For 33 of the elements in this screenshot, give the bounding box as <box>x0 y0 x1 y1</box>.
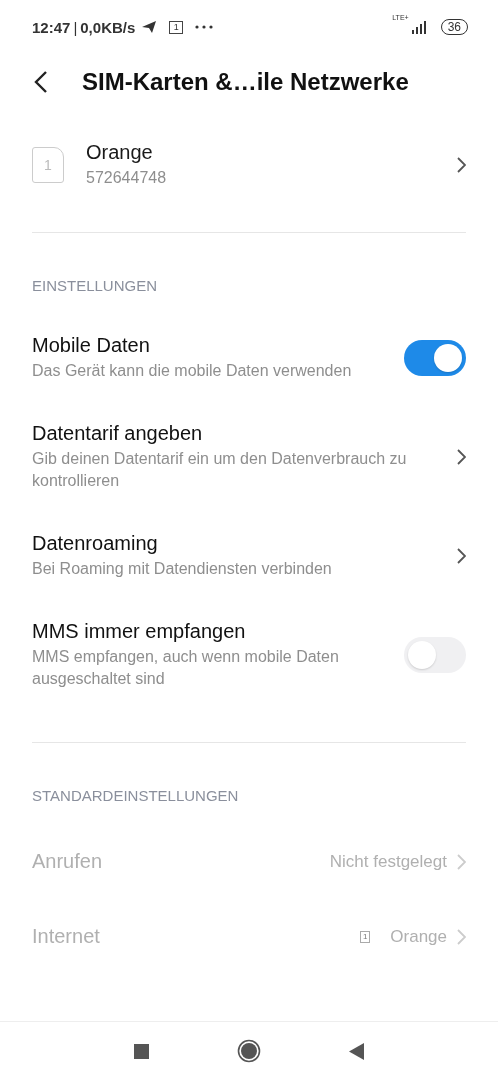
signal-icon <box>410 20 427 34</box>
chevron-icon[interactable] <box>457 157 466 173</box>
setting-description: Gib deinen Datentarif ein um den Datenverbrauch zu kontrollieren <box>32 449 408 491</box>
setting-description: MMS empfangen, auch wenn mobile Daten ausgeschaltet sind <box>32 647 340 689</box>
paper-plane-icon <box>141 20 158 34</box>
back-icon[interactable] <box>349 1042 364 1060</box>
status-separator: | <box>73 18 78 36</box>
sim-number: 572644748 <box>86 168 168 188</box>
toggle-switch[interactable] <box>404 637 466 673</box>
chevron-icon[interactable] <box>457 449 466 465</box>
setting-description: Bei Roaming mit Datendiensten verbinden <box>32 559 333 579</box>
sim-card-icon: 1 <box>32 147 64 183</box>
chevron-icon[interactable] <box>457 548 466 564</box>
setting-description: Das Gerät kann die mobile Daten verwenden <box>32 361 353 381</box>
setting-title[interactable]: MMS immer empfangen <box>32 620 384 643</box>
network-speed: 0,0KB/s <box>80 18 136 36</box>
setting-title[interactable]: Datenroaming <box>32 532 447 555</box>
calendar-icon: 1 <box>169 20 184 34</box>
sim-name: Orange <box>86 141 154 164</box>
more-icon <box>195 25 214 29</box>
section-header: STANDARDEINSTELLUNGEN <box>31 786 240 806</box>
setting-value: Nicht festgelegt <box>329 851 447 872</box>
recents-icon[interactable] <box>134 1043 149 1059</box>
back-icon[interactable] <box>34 71 48 93</box>
section-header: EINSTELLUNGEN <box>31 276 159 296</box>
status-time: 12:47 <box>32 18 71 36</box>
setting-title[interactable]: Mobile Daten <box>32 334 384 357</box>
setting-title[interactable]: Datentarif angeben <box>32 422 447 445</box>
sim-card-icon: 1 <box>360 930 371 943</box>
setting-value: Orange <box>390 926 447 947</box>
home-icon[interactable] <box>237 1039 261 1063</box>
page-title: SIM-Karten &…ile Netzwerke <box>82 68 409 96</box>
toggle-switch[interactable] <box>404 340 466 376</box>
